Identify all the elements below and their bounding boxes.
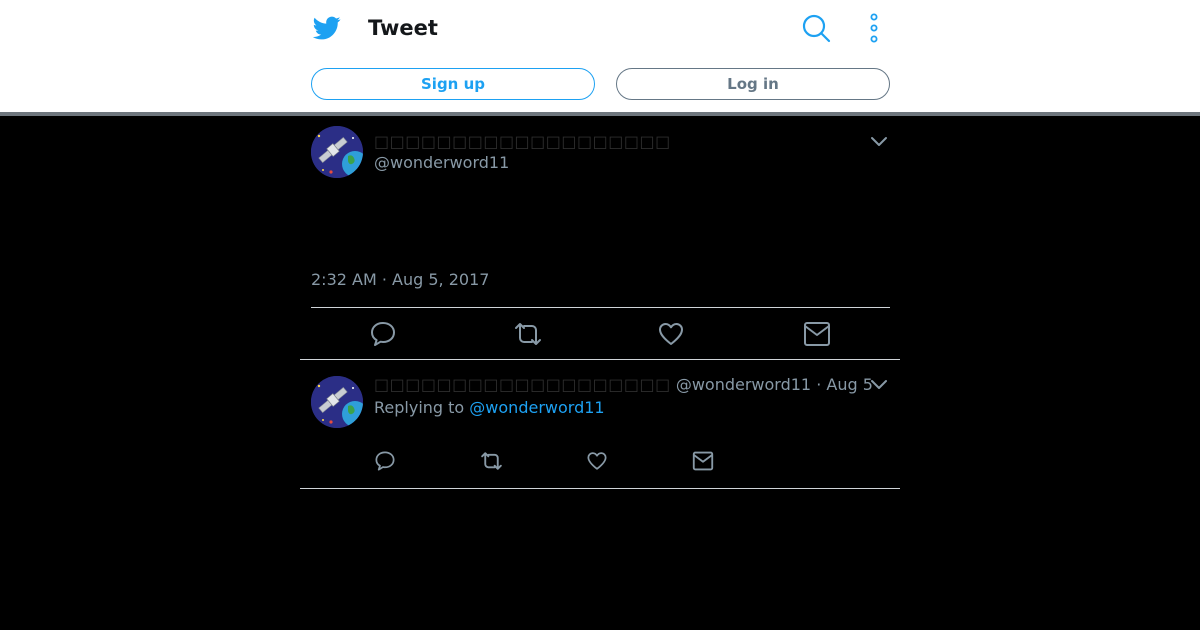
twitter-bird-icon[interactable] — [312, 14, 342, 42]
share-dm-button[interactable] — [803, 321, 831, 347]
tweet-author-handle[interactable]: @wonderword11 — [374, 153, 509, 173]
chevron-down-icon[interactable] — [870, 378, 888, 390]
more-vertical-icon[interactable] — [866, 13, 882, 43]
header-bar: Tweet Sign up Log in — [0, 0, 1200, 112]
reply-button[interactable] — [374, 450, 396, 472]
retweet-icon — [515, 323, 541, 345]
replying-prefix: Replying to — [374, 398, 470, 417]
reply-author-name[interactable]: □□□□□□□□□□□□□□□□□□□ — [374, 375, 671, 394]
dm-icon — [804, 322, 830, 346]
divider — [311, 307, 890, 308]
retweet-button[interactable] — [479, 450, 504, 472]
reply-button[interactable] — [369, 320, 397, 348]
reply-date[interactable]: Aug 5 — [826, 375, 873, 394]
search-icon[interactable] — [801, 13, 831, 43]
tweet-author-name[interactable]: □□□□□□□□□□□□□□□□□□□ — [374, 132, 671, 152]
avatar[interactable] — [311, 376, 363, 428]
like-button[interactable] — [586, 450, 608, 472]
signup-button[interactable]: Sign up — [311, 68, 595, 100]
retweet-icon — [481, 452, 502, 470]
dm-icon — [692, 451, 714, 471]
reply-icon — [371, 322, 395, 346]
satellite-earth-icon — [311, 376, 363, 428]
like-button[interactable] — [657, 320, 685, 348]
divider — [300, 488, 900, 489]
retweet-button[interactable] — [512, 320, 544, 348]
page-title: Tweet — [368, 16, 438, 40]
login-button[interactable]: Log in — [616, 68, 890, 100]
chevron-down-icon[interactable] — [870, 135, 888, 147]
like-icon — [587, 452, 607, 470]
like-icon — [659, 323, 683, 345]
reply-author-handle[interactable]: @wonderword11 — [676, 375, 811, 394]
replying-to-link[interactable]: @wonderword11 — [469, 398, 604, 417]
separator: · — [811, 375, 827, 394]
satellite-earth-icon — [311, 126, 363, 178]
tweet-timestamp[interactable]: 2:32 AM · Aug 5, 2017 — [311, 270, 489, 290]
divider — [300, 359, 900, 360]
header-divider — [0, 112, 1200, 116]
reply-icon — [375, 451, 395, 471]
reply-header: □□□□□□□□□□□□□□□□□□□ @wonderword11 · Aug … — [374, 375, 873, 395]
share-dm-button[interactable] — [692, 451, 714, 471]
replying-to: Replying to @wonderword11 — [374, 398, 605, 418]
avatar[interactable] — [311, 126, 363, 178]
